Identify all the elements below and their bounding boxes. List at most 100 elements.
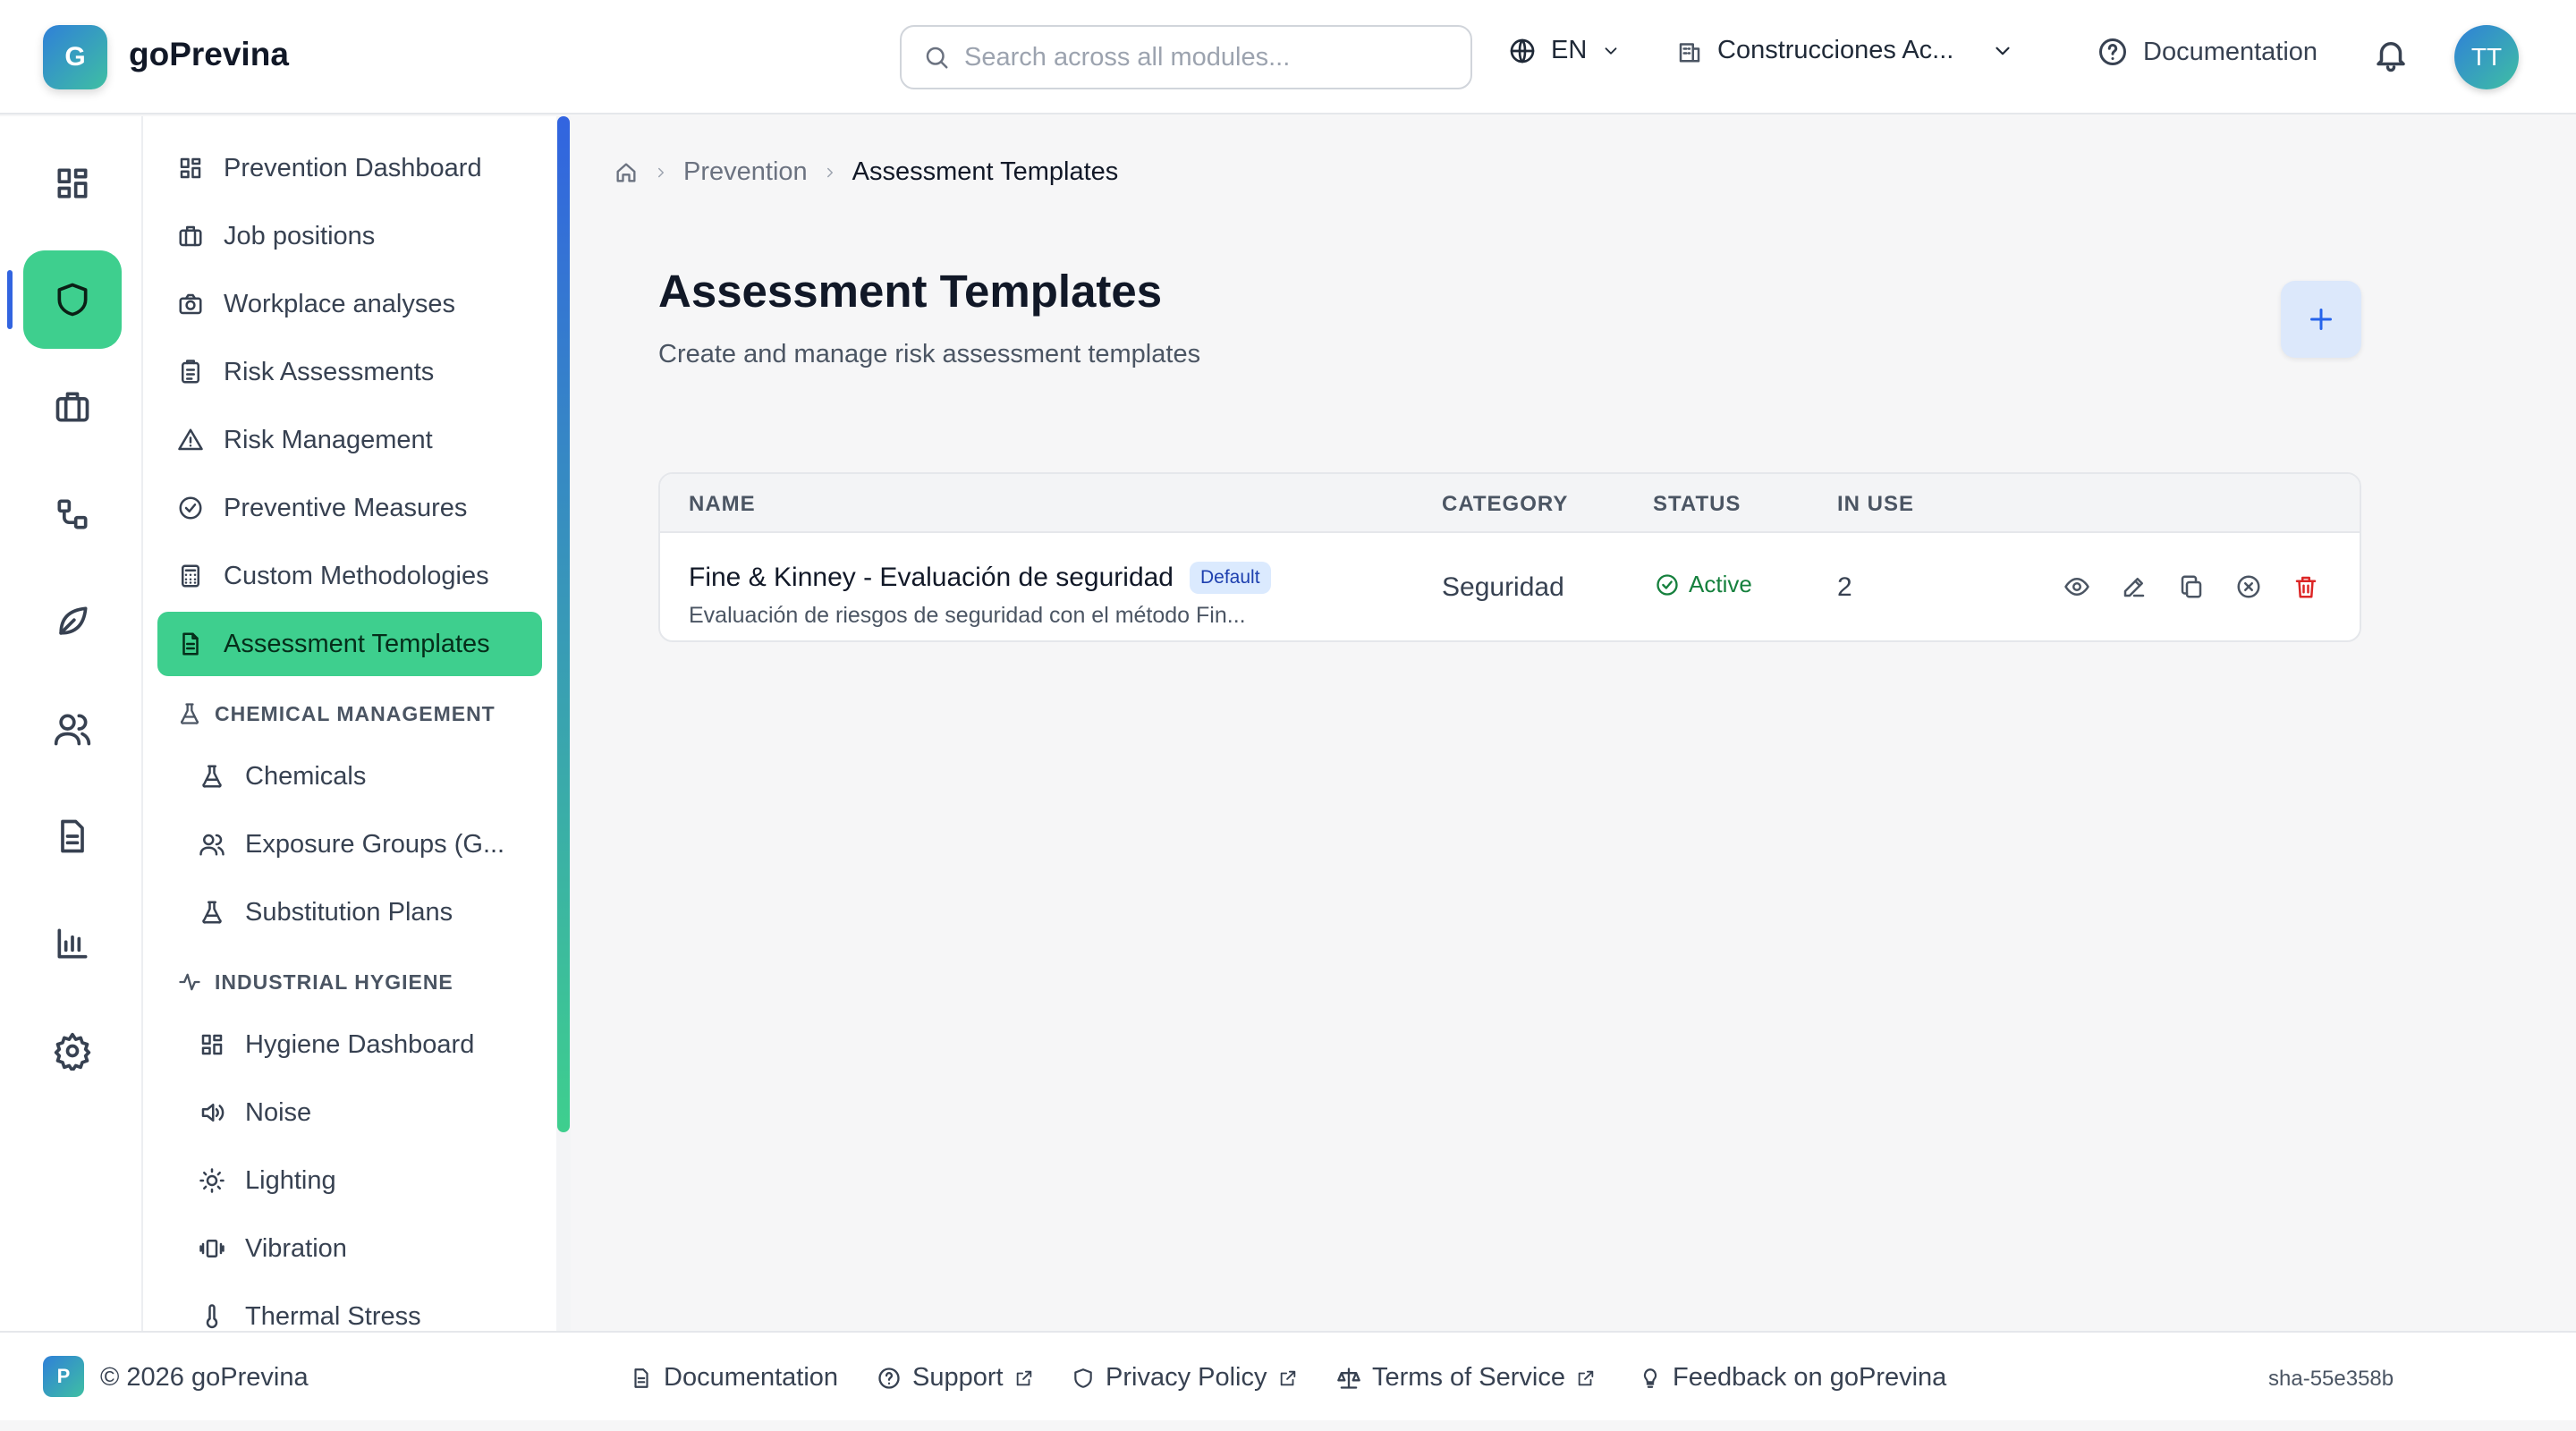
briefcase-icon — [177, 223, 204, 250]
vibration-icon — [199, 1235, 225, 1262]
copy-icon[interactable] — [2175, 571, 2207, 603]
footer-feedback-link[interactable]: Feedback on goPrevina — [1639, 1363, 1946, 1393]
add-template-button[interactable] — [2281, 281, 2361, 358]
app-name[interactable]: goPrevina — [129, 36, 289, 73]
shield-icon — [53, 280, 92, 319]
sidebar-item[interactable]: Risk Management — [157, 408, 542, 472]
sidebar-item-label: Custom Methodologies — [224, 561, 489, 590]
flask-icon — [199, 763, 225, 790]
search-box[interactable] — [900, 25, 1472, 89]
footer-documentation-link[interactable]: Documentation — [630, 1363, 838, 1393]
status-badge: Active — [1655, 571, 1752, 598]
sidebar-item-label: Thermal Stress — [245, 1301, 421, 1331]
trash-icon[interactable] — [2290, 571, 2322, 603]
footer-logo: P — [43, 1356, 84, 1397]
rail-dashboard[interactable] — [23, 134, 122, 233]
footer-privacy-link[interactable]: Privacy Policy — [1072, 1363, 1298, 1393]
flask-icon — [177, 701, 202, 726]
footer-link-label: Documentation — [664, 1363, 839, 1392]
sidebar-item[interactable]: Hygiene Dashboard — [157, 1012, 542, 1077]
sidebar-item[interactable]: Custom Methodologies — [157, 544, 542, 608]
documentation-label: Documentation — [2143, 37, 2318, 66]
sidebar-item[interactable]: Risk Assessments — [157, 340, 542, 404]
language-selector[interactable]: EN — [1508, 36, 1621, 65]
sidebar-item-label: Noise — [245, 1097, 312, 1127]
dashboard-icon — [177, 155, 204, 182]
footer-terms-link[interactable]: Terms of Service — [1336, 1363, 1596, 1393]
home-icon[interactable] — [614, 160, 639, 185]
app-logo[interactable]: G — [43, 25, 107, 89]
briefcase-icon — [53, 387, 92, 427]
page-title: Assessment Templates — [658, 266, 1163, 317]
sidebar-item-label: Risk Management — [224, 425, 433, 454]
shield-icon — [1072, 1367, 1095, 1390]
footer-link-label: Privacy Policy — [1106, 1363, 1267, 1392]
rail-shield[interactable] — [23, 250, 122, 349]
sidebar-item[interactable]: Assessment Templates — [157, 612, 542, 676]
rail-bar-chart[interactable] — [23, 894, 122, 993]
sidebar-item[interactable]: Job positions — [157, 204, 542, 268]
breadcrumb-prevention[interactable]: Prevention — [683, 157, 808, 187]
sidebar-item[interactable]: Noise — [157, 1080, 542, 1145]
documentation-link[interactable]: Documentation — [2097, 36, 2318, 68]
sidebar-item-label: Substitution Plans — [245, 897, 453, 927]
sidebar-item[interactable]: Workplace analyses — [157, 272, 542, 336]
sidebar-item[interactable]: Chemicals — [157, 744, 542, 809]
help-circle-icon — [877, 1366, 902, 1391]
template-name[interactable]: Fine & Kinney - Evaluación de seguridad … — [689, 562, 1271, 594]
scrollbar-thumb[interactable] — [557, 116, 570, 1132]
bar-chart-icon — [53, 924, 92, 963]
external-link-icon — [1014, 1368, 1034, 1388]
chevron-down-icon — [1601, 41, 1621, 61]
company-selector[interactable]: Construcciones Ac... — [1676, 36, 2014, 65]
sidebar-item-label: Lighting — [245, 1165, 336, 1195]
camera-icon — [177, 291, 204, 318]
file-text-icon — [177, 631, 204, 657]
users-icon — [53, 709, 92, 749]
notifications-button[interactable] — [2372, 36, 2410, 73]
users-icon — [199, 831, 225, 858]
sidebar-item[interactable]: Prevention Dashboard — [157, 136, 542, 200]
rail-document[interactable] — [23, 787, 122, 885]
chevron-down-icon — [1991, 39, 2014, 63]
rail-briefcase[interactable] — [23, 358, 122, 456]
sidebar-section-header: INDUSTRIAL HYGIENE — [177, 970, 453, 995]
sidebar-item-label: Vibration — [245, 1233, 347, 1263]
sidebar-item-label: Workplace analyses — [224, 289, 455, 318]
user-avatar[interactable]: TT — [2454, 25, 2519, 89]
external-link-icon — [1278, 1368, 1298, 1388]
sidebar-item[interactable]: Substitution Plans — [157, 880, 542, 944]
rail-users[interactable] — [23, 680, 122, 778]
rail-workflow[interactable] — [23, 465, 122, 563]
chevron-right-icon — [822, 165, 838, 181]
sidebar-item[interactable]: Exposure Groups (G... — [157, 812, 542, 876]
footer-link-label: Support — [912, 1363, 1004, 1392]
sidebar-item-label: Prevention Dashboard — [224, 153, 482, 182]
search-input[interactable] — [964, 42, 1429, 72]
check-circle-icon — [177, 495, 204, 521]
plus-icon — [2305, 303, 2337, 335]
sidebar-item[interactable]: Lighting — [157, 1148, 542, 1213]
flask-icon — [199, 899, 225, 926]
document-icon — [53, 817, 92, 856]
activity-icon — [177, 970, 202, 995]
sidebar-nav: Prevention Dashboard Job positions Workpla… — [143, 116, 556, 1331]
sidebar-item[interactable]: Vibration — [157, 1216, 542, 1281]
company-label: Construcciones Ac... — [1717, 36, 1954, 64]
deactivate-icon[interactable] — [2233, 571, 2265, 603]
sidebar-item[interactable]: Preventive Measures — [157, 476, 542, 540]
section-title: CHEMICAL MANAGEMENT — [215, 701, 496, 725]
sidebar-scrollbar[interactable] — [556, 116, 571, 1331]
row-actions — [2061, 571, 2322, 603]
view-icon[interactable] — [2061, 571, 2093, 603]
sidebar-item[interactable]: Thermal Stress — [157, 1284, 542, 1331]
bell-icon — [2372, 36, 2410, 73]
footer-support-link[interactable]: Support — [877, 1363, 1034, 1393]
rail-active-indicator — [7, 270, 13, 329]
leaf-icon — [53, 602, 92, 641]
table-row[interactable]: Fine & Kinney - Evaluación de seguridad … — [660, 533, 2360, 640]
document-icon — [630, 1367, 653, 1390]
rail-leaf[interactable] — [23, 572, 122, 671]
rail-settings[interactable] — [23, 1002, 122, 1100]
edit-icon[interactable] — [2118, 571, 2150, 603]
